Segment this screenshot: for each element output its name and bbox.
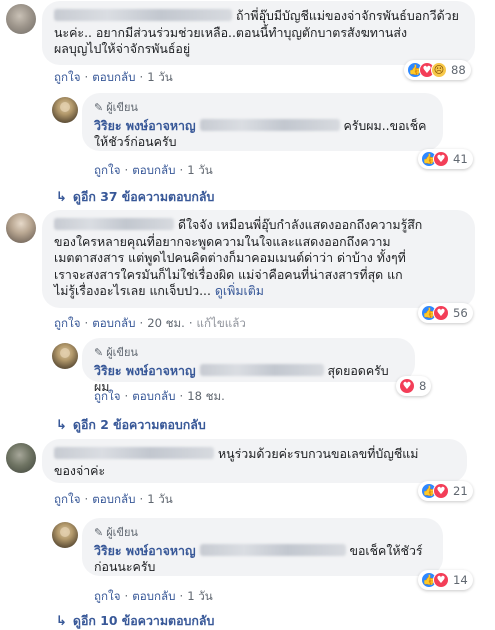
reply-button[interactable]: ตอบกลับ xyxy=(132,389,175,403)
reply-bubble: ✎ ผู้เขียน วิริยะ พงษ์อาจหาญ ขอเช็คให้ชัว… xyxy=(82,518,443,576)
reply-button[interactable]: ตอบกลับ xyxy=(92,316,135,330)
author-badge: ✎ ผู้เขียน xyxy=(94,525,431,542)
reaction-summary[interactable]: 👍 ♥ 41 xyxy=(418,149,473,169)
reaction-count: 14 xyxy=(453,573,468,587)
comment-text-line: ถ้าพี่อุ๊บมีบัญชีแม่ของจ่าจักรพันธ์บอกวี… xyxy=(235,8,459,23)
timestamp[interactable]: 1 วัน xyxy=(187,589,213,603)
commenter-name-redacted[interactable] xyxy=(54,9,232,21)
author-badge: ✎ ผู้เขียน xyxy=(94,345,403,362)
reply-text: ครับผม..ขอเช็ค xyxy=(343,117,427,133)
pen-icon: ✎ xyxy=(94,101,104,114)
pen-icon: ✎ xyxy=(94,526,104,539)
reply-button[interactable]: ตอบกลับ xyxy=(132,589,175,603)
commenter-avatar[interactable] xyxy=(6,213,36,243)
reaction-summary[interactable]: 👍 ♥ 21 xyxy=(418,481,473,501)
reply-text: ก่อนนะครับ xyxy=(94,559,156,575)
like-button[interactable]: ถูกใจ xyxy=(94,389,121,403)
like-button[interactable]: ถูกใจ xyxy=(54,316,81,330)
love-icon: ♥ xyxy=(433,483,449,499)
reply-arrow-icon: ↳ xyxy=(56,190,67,205)
view-more-replies-button[interactable]: ↳ ดูอีก 37 ข้อความตอบกลับ xyxy=(56,188,214,207)
commenter-avatar[interactable] xyxy=(6,4,36,34)
love-icon: ♥ xyxy=(399,378,415,394)
reply-text: ให้ชัวร์ก่อนครับ xyxy=(94,134,177,150)
comment-text-line: นะค่ะ.. อยากมีส่วนร่วมช่วยเหลือ..ตอนนี้ท… xyxy=(54,24,407,40)
reply-bubble: ✎ ผู้เขียน วิริยะ พงษ์อาจหาญ สุดยอดครับผม xyxy=(82,338,415,394)
comment-text-line: เมตตาสงสาร แต่พูดไปคนคิดต่างก็มาคอมเมนต์… xyxy=(54,250,406,266)
pen-icon: ✎ xyxy=(94,346,104,359)
reply-bubble: ✎ ผู้เขียน วิริยะ พงษ์อาจหาญ ครับผม..ขอเช… xyxy=(82,93,443,151)
author-name[interactable]: วิริยะ พงษ์อาจหาญ xyxy=(94,118,196,133)
reaction-summary[interactable]: 👍 ♥ 14 xyxy=(418,570,473,590)
like-button[interactable]: ถูกใจ xyxy=(94,163,121,177)
like-button[interactable]: ถูกใจ xyxy=(54,492,81,506)
reaction-count: 56 xyxy=(453,306,468,320)
reply-arrow-icon: ↳ xyxy=(56,614,67,629)
comment-text-line: ดีใจจัง เหมือนพี่อุ๊บกำลังแสดงออกถึงความ… xyxy=(177,217,423,232)
see-more-link[interactable]: ดูเพิ่มเติม xyxy=(215,283,264,298)
reply-actions: ถูกใจ · ตอบกลับ · 1 วัน xyxy=(94,163,213,177)
reaction-count: 21 xyxy=(453,484,468,498)
reply-actions: ถูกใจ · ตอบกลับ · 18 ชม. xyxy=(94,389,225,403)
comment-actions: ถูกใจ · ตอบกลับ · 1 วัน xyxy=(54,70,173,84)
reaction-count: 8 xyxy=(419,379,427,393)
reaction-count: 88 xyxy=(451,63,466,77)
edited-label[interactable]: แก้ไขแล้ว xyxy=(197,316,246,330)
reply-arrow-icon: ↳ xyxy=(56,418,67,433)
author-name[interactable]: วิริยะ พงษ์อาจหาญ xyxy=(94,363,196,378)
commenter-name-redacted[interactable] xyxy=(54,218,174,230)
author-avatar[interactable] xyxy=(52,522,78,548)
timestamp[interactable]: 1 วัน xyxy=(187,163,213,177)
commenter-avatar[interactable] xyxy=(6,443,36,473)
reply-text: ขอเช็คให้ชัวร์ xyxy=(349,542,423,558)
like-button[interactable]: ถูกใจ xyxy=(94,589,121,603)
view-more-replies-button[interactable]: ↳ ดูอีก 2 ข้อความตอบกลับ xyxy=(56,416,206,435)
love-icon: ♥ xyxy=(433,305,449,321)
timestamp[interactable]: 1 วัน xyxy=(147,492,173,506)
comment-actions: ถูกใจ · ตอบกลับ · 20 ชม. · แก้ไขแล้ว xyxy=(54,316,246,330)
comment-text-line: ของใครหลายคุณที่อยากจะพูดความในใจและแสดง… xyxy=(54,233,391,249)
tagged-name-redacted[interactable] xyxy=(199,543,346,556)
comment-bubble: ถ้าพี่อุ๊บมีบัญชีแม่ของจ่าจักรพันธ์บอกวี… xyxy=(42,1,475,65)
author-name[interactable]: วิริยะ พงษ์อาจหาญ xyxy=(94,543,196,558)
comment-actions: ถูกใจ · ตอบกลับ · 1 วัน xyxy=(54,492,173,506)
reaction-summary[interactable]: ♥ 8 xyxy=(396,376,432,396)
timestamp[interactable]: 20 ชม. xyxy=(147,316,185,330)
comment-text-line: ของจ่าค่ะ xyxy=(54,462,106,478)
reply-button[interactable]: ตอบกลับ xyxy=(132,163,175,177)
reaction-count: 41 xyxy=(453,152,468,166)
reply-button[interactable]: ตอบกลับ xyxy=(92,70,135,84)
reply-actions: ถูกใจ · ตอบกลับ · 1 วัน xyxy=(94,589,213,603)
comment-bubble: ดีใจจัง เหมือนพี่อุ๊บกำลังแสดงออกถึงความ… xyxy=(42,210,475,308)
comment-text-line: หนูร่วมด้วยค่ะรบกวนขอเลขที่บัญชีแม่ xyxy=(217,446,419,461)
like-button[interactable]: ถูกใจ xyxy=(54,70,81,84)
tagged-name-redacted[interactable] xyxy=(199,363,324,376)
sad-icon: ☹ xyxy=(431,62,447,78)
comment-text-line: เราจะสงสารใครมันก็ไม่ใช่เรื่องผิด แม่จ่า… xyxy=(54,266,403,282)
reaction-summary[interactable]: 👍 ♥ 56 xyxy=(418,303,473,323)
comment-bubble: หนูร่วมด้วยค่ะรบกวนขอเลขที่บัญชีแม่ ของจ… xyxy=(42,439,467,483)
author-badge: ✎ ผู้เขียน xyxy=(94,100,431,117)
comment-text-line: ผลบุญไปให้จ่าจักรพันธ์อยู่ xyxy=(54,41,191,57)
love-icon: ♥ xyxy=(433,151,449,167)
comment-text-line: ไม่รู้เรื่องอะไรเลย แกเจ็บปว... xyxy=(54,283,211,299)
love-icon: ♥ xyxy=(433,572,449,588)
reaction-summary[interactable]: 👍 ♥ ☹ 88 xyxy=(404,60,471,80)
commenter-name-redacted[interactable] xyxy=(54,447,214,459)
view-more-replies-button[interactable]: ↳ ดูอีก 10 ข้อความตอบกลับ xyxy=(56,612,214,630)
tagged-name-redacted[interactable] xyxy=(199,118,340,131)
timestamp[interactable]: 18 ชม. xyxy=(187,389,225,403)
author-avatar[interactable] xyxy=(52,343,78,369)
timestamp[interactable]: 1 วัน xyxy=(147,70,173,84)
reply-button[interactable]: ตอบกลับ xyxy=(92,492,135,506)
author-avatar[interactable] xyxy=(52,97,78,123)
